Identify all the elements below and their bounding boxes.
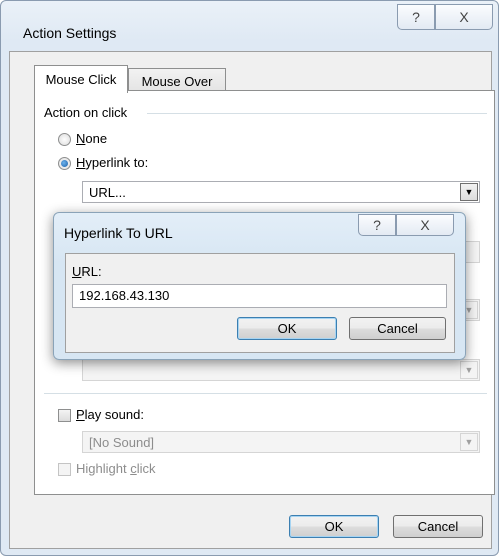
hyperlink-label[interactable]: Hyperlink to: bbox=[76, 155, 148, 170]
dialog-title: Action Settings bbox=[23, 25, 117, 41]
section-divider bbox=[44, 393, 487, 394]
group-divider bbox=[147, 113, 487, 114]
close-icon: X bbox=[420, 217, 430, 233]
tab-label: Mouse Over bbox=[141, 73, 213, 89]
popup-cancel-label: Cancel bbox=[377, 321, 418, 336]
hyperlink-dropdown-value: URL... bbox=[89, 185, 126, 200]
help-icon: ? bbox=[373, 217, 381, 233]
popup-help-button[interactable]: ? bbox=[358, 214, 396, 236]
popup-close-button[interactable]: X bbox=[396, 214, 454, 236]
close-button[interactable]: X bbox=[435, 4, 493, 30]
hyperlink-dropdown[interactable]: URL... ▼ bbox=[82, 181, 480, 203]
chevron-down-icon: ▼ bbox=[460, 433, 478, 451]
hyperlink-to-url-dialog: Hyperlink To URL ? X URL: 192.168.43.130… bbox=[53, 212, 466, 360]
object-action-dropdown: ▼ bbox=[82, 359, 480, 381]
sound-dropdown: [No Sound] ▼ bbox=[82, 431, 480, 453]
play-sound-checkbox[interactable] bbox=[58, 409, 71, 422]
ok-button[interactable]: OK bbox=[289, 515, 379, 538]
popup-client: URL: 192.168.43.130 OK Cancel bbox=[65, 253, 455, 353]
highlight-click-label: Highlight click bbox=[76, 461, 156, 476]
ok-label: OK bbox=[324, 519, 344, 534]
cancel-button[interactable]: Cancel bbox=[393, 515, 483, 538]
none-radio[interactable] bbox=[58, 133, 71, 146]
action-group-title: Action on click bbox=[44, 105, 128, 120]
popup-ok-button[interactable]: OK bbox=[237, 317, 337, 340]
tab-label: Mouse Click bbox=[45, 72, 117, 87]
chevron-down-icon: ▼ bbox=[460, 361, 478, 379]
help-icon: ? bbox=[412, 9, 420, 25]
url-input[interactable]: 192.168.43.130 bbox=[72, 284, 447, 308]
close-icon: X bbox=[459, 9, 469, 25]
help-button[interactable]: ? bbox=[397, 4, 435, 30]
hyperlink-radio[interactable] bbox=[58, 157, 71, 170]
url-label: URL: bbox=[72, 264, 102, 279]
tab-mouse-click[interactable]: Mouse Click bbox=[34, 65, 128, 93]
play-sound-label[interactable]: Play sound: bbox=[76, 407, 144, 422]
chevron-down-icon[interactable]: ▼ bbox=[460, 183, 478, 201]
popup-ok-label: OK bbox=[277, 321, 297, 336]
cancel-label: Cancel bbox=[417, 519, 459, 534]
sound-dropdown-value: [No Sound] bbox=[89, 435, 155, 450]
none-label[interactable]: None bbox=[76, 131, 107, 146]
popup-cancel-button[interactable]: Cancel bbox=[349, 317, 446, 340]
highlight-click-checkbox bbox=[58, 463, 71, 476]
popup-title: Hyperlink To URL bbox=[64, 225, 173, 241]
